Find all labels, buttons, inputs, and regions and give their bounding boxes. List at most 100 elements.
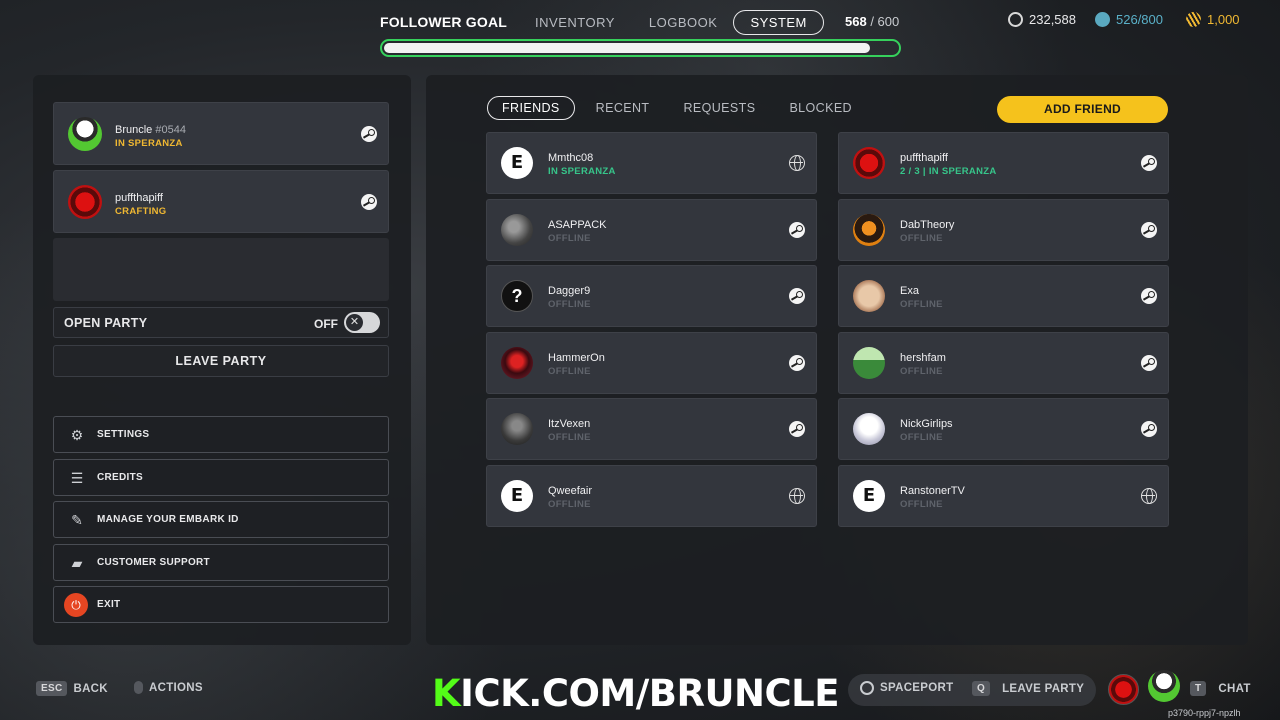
leave-party-button[interactable]: LEAVE PARTY bbox=[53, 345, 389, 377]
progress-fill bbox=[384, 43, 870, 53]
coins-value: 232,588 bbox=[1029, 12, 1076, 27]
globe-icon bbox=[789, 488, 805, 504]
back-hint[interactable]: ESC BACK bbox=[36, 681, 108, 696]
credits-label: CREDITS bbox=[97, 472, 143, 483]
friend-status: 2 / 3 | IN SPERANZA bbox=[900, 166, 997, 177]
friend-avatar bbox=[501, 213, 533, 246]
kick-logo-letter: K bbox=[432, 672, 461, 715]
friend-card[interactable]: hershfam OFFLINE bbox=[838, 331, 1169, 394]
friend-name: Mmthc08 bbox=[548, 152, 594, 164]
friend-status: OFFLINE bbox=[548, 299, 591, 311]
friend-card[interactable]: Mmthc08 IN SPERANZA bbox=[486, 132, 817, 194]
power-icon: ⏻ bbox=[64, 593, 88, 617]
globe-icon bbox=[1141, 488, 1157, 504]
friend-avatar bbox=[853, 413, 885, 446]
tab-inventory[interactable]: INVENTORY bbox=[519, 11, 631, 34]
chat-label: CHAT bbox=[1218, 682, 1251, 695]
friend-card[interactable]: ASAPPACK OFFLINE bbox=[486, 198, 817, 261]
friend-avatar bbox=[853, 147, 885, 179]
friend-card[interactable]: DabTheory OFFLINE bbox=[838, 198, 1169, 261]
steam-icon bbox=[361, 126, 377, 142]
edit-icon: ✎ bbox=[71, 512, 83, 528]
exit-label: EXIT bbox=[97, 599, 121, 610]
friends-tabs: FRIENDS RECENT REQUESTS BLOCKED bbox=[487, 96, 869, 120]
friend-name: ItzVexen bbox=[548, 418, 591, 431]
open-party-toggle[interactable]: ✕ bbox=[344, 312, 380, 333]
friend-card[interactable]: NickGirlips OFFLINE bbox=[838, 398, 1169, 461]
exit-button[interactable]: ⏻ EXIT bbox=[53, 586, 389, 623]
actions-label: ACTIONS bbox=[149, 681, 203, 694]
friend-card[interactable]: HammerOn OFFLINE bbox=[486, 331, 817, 394]
add-friend-button[interactable]: ADD FRIEND bbox=[997, 96, 1168, 123]
steam-icon bbox=[789, 354, 805, 371]
friend-card[interactable]: Qweefair OFFLINE bbox=[486, 465, 817, 527]
party-member-card[interactable]: Bruncle #0544 IN SPERANZA bbox=[53, 102, 389, 165]
party-member-name: puffthapiff bbox=[115, 192, 163, 204]
friend-card[interactable]: puffthapiff 2 / 3 | IN SPERANZA bbox=[838, 132, 1169, 194]
manage-embark-id-button[interactable]: ✎ MANAGE YOUR EMBARK ID bbox=[53, 501, 389, 538]
red-emblem-avatar bbox=[68, 185, 102, 219]
chat-hint[interactable]: T CHAT bbox=[1190, 681, 1251, 696]
mouse-icon bbox=[134, 681, 143, 694]
tab-logbook[interactable]: LOGBOOK bbox=[633, 11, 734, 34]
customer-support-button[interactable]: ▰ CUSTOMER SUPPORT bbox=[53, 544, 389, 581]
tab-system[interactable]: SYSTEM bbox=[733, 9, 824, 35]
friend-status: OFFLINE bbox=[548, 499, 591, 510]
open-party-row[interactable]: OPEN PARTY OFF ✕ bbox=[53, 307, 389, 338]
party-member-name: Bruncle #0544 bbox=[115, 124, 186, 136]
friend-status: OFFLINE bbox=[900, 432, 943, 444]
friend-avatar bbox=[853, 280, 885, 313]
friend-status: OFFLINE bbox=[548, 432, 591, 444]
open-party-state: OFF bbox=[314, 317, 338, 331]
friend-card[interactable]: Exa OFFLINE bbox=[838, 265, 1169, 328]
friend-card[interactable]: RanstonerTV OFFLINE bbox=[838, 465, 1169, 527]
top-nav: FOLLOWER GOAL INVENTORY LOGBOOK SYSTEM bbox=[380, 8, 824, 36]
goal-current: 568 bbox=[845, 14, 867, 29]
actions-hint[interactable]: ACTIONS bbox=[134, 681, 203, 694]
friend-name: Exa bbox=[900, 285, 919, 298]
friend-name: Dagger9 bbox=[548, 285, 591, 298]
coin-icon bbox=[1008, 12, 1023, 27]
kick-url-overlay: KICK.COM/BRUNCLE bbox=[432, 672, 839, 715]
other-currency: 1,000 bbox=[1186, 12, 1240, 27]
friend-avatar bbox=[853, 213, 885, 246]
friend-avatar bbox=[853, 480, 885, 512]
party-avatar-red[interactable] bbox=[1108, 674, 1139, 705]
tab-recent[interactable]: RECENT bbox=[579, 96, 667, 120]
steam-icon bbox=[789, 221, 805, 238]
tokens-value: 526/800 bbox=[1116, 12, 1163, 27]
close-icon: ✕ bbox=[346, 314, 363, 331]
friend-avatar bbox=[501, 480, 533, 512]
kick-url-text: ICK.COM/BRUNCLE bbox=[460, 672, 839, 715]
credits-icon: ☰ bbox=[70, 470, 84, 486]
goal-count: 568 / 600 bbox=[845, 14, 899, 29]
party-member-status: IN SPERANZA bbox=[115, 138, 183, 149]
settings-button[interactable]: ⚙ SETTINGS bbox=[53, 416, 389, 453]
follower-goal-label: FOLLOWER GOAL bbox=[380, 14, 508, 30]
back-label: BACK bbox=[73, 682, 108, 695]
empty-party-slot[interactable] bbox=[53, 238, 389, 301]
bars-icon bbox=[1186, 12, 1201, 27]
leave-party-hint[interactable]: Q LEAVE PARTY bbox=[972, 681, 1084, 696]
tab-requests[interactable]: REQUESTS bbox=[666, 96, 772, 120]
friend-card[interactable]: ? Dagger9 OFFLINE bbox=[486, 265, 817, 328]
credits-button[interactable]: ☰ CREDITS bbox=[53, 459, 389, 496]
friend-card[interactable]: ItzVexen OFFLINE bbox=[486, 398, 817, 461]
friend-avatar bbox=[853, 346, 885, 379]
spaceport-hint[interactable]: SPACEPORT bbox=[860, 681, 953, 695]
tab-blocked[interactable]: BLOCKED bbox=[772, 96, 869, 120]
friend-status: OFFLINE bbox=[900, 232, 943, 244]
friend-status: OFFLINE bbox=[900, 365, 943, 377]
steam-icon bbox=[361, 194, 377, 210]
tab-friends[interactable]: FRIENDS bbox=[487, 96, 575, 120]
party-panel: Bruncle #0544 IN SPERANZA puffthapiff CR… bbox=[33, 75, 411, 645]
friend-name: NickGirlips bbox=[900, 418, 953, 431]
other-value: 1,000 bbox=[1207, 12, 1240, 27]
bruncle-avatar bbox=[68, 117, 102, 151]
steam-icon bbox=[1141, 354, 1157, 371]
spaceport-icon bbox=[860, 681, 874, 695]
manage-embark-id-label: MANAGE YOUR EMBARK ID bbox=[97, 514, 239, 525]
party-avatar-bruncle[interactable] bbox=[1148, 670, 1180, 702]
party-member-card[interactable]: puffthapiff CRAFTING bbox=[53, 170, 389, 233]
leave-party-hint-label: LEAVE PARTY bbox=[1002, 682, 1085, 695]
